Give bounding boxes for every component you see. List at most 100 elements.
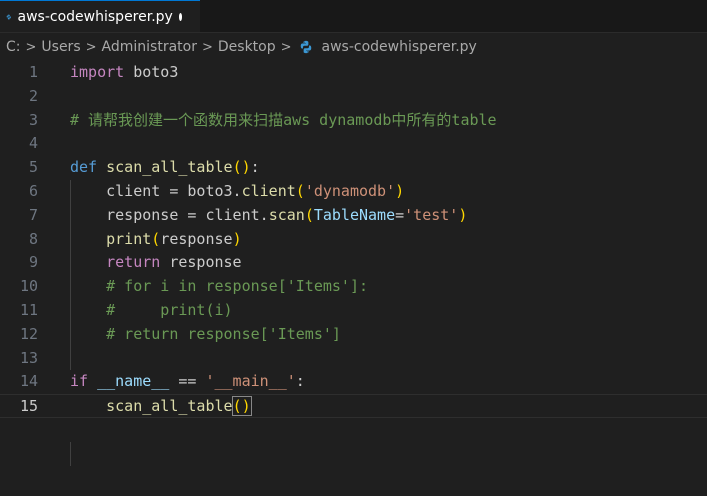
breadcrumb-item-desktop[interactable]: Desktop: [216, 39, 278, 55]
code-token: :: [295, 372, 305, 391]
code-token: print: [106, 229, 152, 248]
line-number: 10: [19, 277, 38, 296]
code-text: if __name__ == '__main__':: [38, 370, 305, 394]
code-line[interactable]: 9 return response: [0, 251, 707, 275]
breadcrumb-item-drive[interactable]: C:: [4, 39, 23, 55]
code-token: scan: [268, 205, 305, 224]
breadcrumb-item-file[interactable]: aws-codewhisperer.py: [320, 39, 479, 55]
tab-aws-codewhisperer[interactable]: aws-codewhisperer.py: [0, 0, 200, 32]
code-text: client = boto3.client('dynamodb'): [38, 180, 404, 204]
unsaved-dot-icon[interactable]: [178, 12, 182, 21]
tab-label: aws-codewhisperer.py: [17, 8, 173, 25]
code-text: print(response): [38, 228, 242, 252]
code-line[interactable]: 10 # for i in response['Items']:: [0, 275, 707, 299]
code-token: 'test': [404, 205, 459, 224]
code-token: boto3: [124, 63, 179, 81]
code-line[interactable]: 11 # print(i): [0, 299, 707, 323]
code-line[interactable]: 12 # return response['Items']: [0, 323, 707, 347]
code-token: =: [395, 205, 405, 224]
breadcrumb: C: > Users > Administrator > Desktop > a…: [0, 33, 707, 61]
code-token: (: [295, 181, 305, 200]
line-number: 1: [28, 63, 38, 81]
line-number: 13: [19, 348, 38, 367]
code-line[interactable]: 4: [0, 132, 707, 156]
code-token: ): [458, 205, 468, 224]
chevron-right-icon: >: [280, 39, 292, 55]
code-line[interactable]: 13: [0, 347, 707, 371]
line-number: 14: [19, 372, 38, 391]
code-token: # print(i): [106, 300, 233, 319]
line-number: 11: [19, 300, 38, 319]
code-token: client: [241, 181, 296, 200]
code-text: import boto3: [38, 61, 178, 85]
indent-guide: [70, 442, 71, 466]
code-line[interactable]: 5 def scan_all_table():: [0, 156, 707, 180]
line-number: 4: [28, 134, 38, 153]
line-number: 9: [28, 253, 38, 272]
code-text: # 请帮我创建一个函数用来扫描aws dynamodb中所有的table: [38, 109, 497, 133]
code-line[interactable]: 8 print(response): [0, 228, 707, 252]
tab-bar: aws-codewhisperer.py: [0, 0, 707, 33]
code-token: # return response['Items']: [106, 324, 341, 343]
code-text: return response: [38, 251, 242, 275]
code-token: import: [70, 63, 125, 81]
line-number: 15: [19, 397, 38, 416]
chevron-right-icon: >: [25, 39, 37, 55]
code-line[interactable]: 7 response = client.scan(TableName='test…: [0, 204, 707, 228]
code-text: response = client.scan(TableName='test'): [38, 204, 467, 228]
code-token: 'dynamodb': [304, 181, 396, 200]
line-number: 2: [28, 86, 38, 105]
code-token: '__main__': [205, 372, 296, 391]
code-token: :: [250, 158, 260, 177]
line-number: 3: [28, 110, 38, 129]
line-number: 8: [28, 229, 38, 248]
breadcrumb-item-users[interactable]: Users: [39, 39, 82, 55]
code-token: response: [160, 229, 233, 248]
breadcrumb-item-administrator[interactable]: Administrator: [100, 39, 199, 55]
line-number: 5: [28, 158, 38, 177]
code-token: return: [106, 253, 161, 272]
code-token: # for i in response['Items']:: [106, 277, 369, 296]
code-token: TableName: [313, 205, 396, 224]
code-line[interactable]: 6 client = boto3.client('dynamodb'): [0, 180, 707, 204]
code-token: # 请帮我创建一个函数用来扫描aws dynamodb中所有的table: [70, 110, 497, 129]
python-file-icon: [300, 40, 311, 54]
code-editor[interactable]: 1 import boto3 2 3 # 请帮我创建一个函数用来扫描aws dynamo…: [0, 61, 707, 466]
line-number: 12: [19, 324, 38, 343]
code-line[interactable]: 1 import boto3: [0, 61, 707, 85]
code-token: __name__: [97, 372, 170, 391]
line-number: 7: [28, 205, 38, 224]
code-line[interactable]: 15 scan_all_table(): [0, 394, 707, 418]
code-token: def: [70, 158, 98, 177]
code-token: ): [395, 181, 405, 200]
code-line[interactable]: 14 if __name__ == '__main__':: [0, 370, 707, 394]
code-token: scan_all_table: [106, 397, 233, 416]
chevron-right-icon: >: [201, 39, 213, 55]
code-token: (: [151, 229, 161, 248]
code-text: def scan_all_table():: [38, 156, 260, 180]
line-number: 6: [28, 181, 38, 200]
code-token: (): [231, 396, 252, 417]
code-token: ): [232, 229, 242, 248]
code-text: # for i in response['Items']:: [38, 275, 368, 299]
code-token: if: [70, 372, 89, 391]
python-file-icon: [6, 14, 11, 19]
code-token: response: [160, 253, 242, 272]
code-text: # print(i): [38, 299, 233, 323]
code-text: # return response['Items']: [38, 323, 341, 347]
code-token: scan_all_table: [106, 158, 233, 177]
code-token: (): [232, 158, 251, 177]
code-text: scan_all_table(): [38, 395, 252, 417]
code-line[interactable]: 3 # 请帮我创建一个函数用来扫描aws dynamodb中所有的table: [0, 109, 707, 133]
code-line[interactable]: 2: [0, 85, 707, 109]
